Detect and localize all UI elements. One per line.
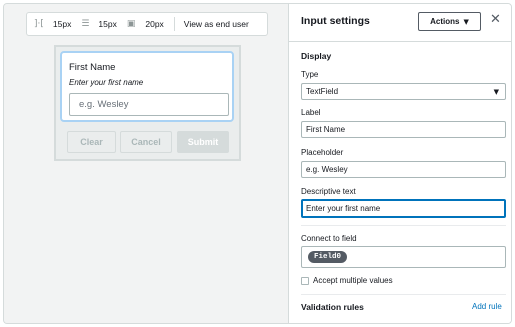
type-label: Type	[301, 70, 319, 79]
placeholder-input[interactable]: e.g. Wesley	[301, 161, 506, 178]
form-preview: First Name Enter your first name e.g. We…	[54, 45, 241, 161]
app-window: ]·[ 15px ☰ 15px ▣ 20px View as end user …	[3, 3, 512, 324]
caret-down-icon: ▼	[463, 17, 469, 26]
horizontal-spacing-control[interactable]: ]·[ 15px	[27, 13, 71, 35]
selected-input-card[interactable]: First Name Enter your first name e.g. We…	[60, 51, 234, 122]
view-as-end-user-label: View as end user	[183, 19, 249, 29]
panel-header: Input settings Actions ▼ ✕	[289, 4, 511, 42]
vertical-spacing-icon: ☰	[81, 19, 90, 29]
close-icon[interactable]: ✕	[490, 13, 501, 27]
outer-padding-control[interactable]: ▣ 20px	[127, 13, 164, 35]
field-token[interactable]: Field0	[308, 251, 348, 263]
label-input-value: First Name	[306, 125, 346, 134]
submit-button[interactable]: Submit	[177, 131, 229, 153]
vertical-spacing-control[interactable]: ☰ 15px	[81, 13, 117, 35]
panel-title: Input settings	[301, 15, 370, 27]
preview-field-description: Enter your first name	[69, 78, 144, 87]
section-divider	[301, 225, 506, 226]
caret-down-icon: ▼	[493, 87, 499, 96]
descriptive-text-label: Descriptive text	[301, 187, 356, 196]
outer-padding-icon: ▣	[126, 19, 136, 29]
clear-button[interactable]: Clear	[67, 131, 116, 153]
type-select-value: TextField	[306, 87, 339, 96]
preview-field-label: First Name	[69, 62, 116, 73]
label-input[interactable]: First Name	[301, 121, 506, 138]
placeholder-input-value: e.g. Wesley	[306, 165, 348, 174]
placeholder-field-label: Placeholder	[301, 148, 344, 157]
descriptive-text-value: Enter your first name	[306, 204, 381, 213]
add-rule-link[interactable]: Add rule	[472, 302, 502, 311]
input-settings-panel: Input settings Actions ▼ ✕ Display Type …	[288, 4, 511, 323]
actions-label: Actions	[430, 17, 460, 26]
form-canvas: ]·[ 15px ☰ 15px ▣ 20px View as end user …	[4, 4, 288, 323]
vertical-spacing-value: 15px	[98, 19, 117, 29]
horizontal-spacing-value: 15px	[52, 19, 72, 29]
cancel-button[interactable]: Cancel	[120, 131, 172, 153]
connect-to-field-label: Connect to field	[301, 234, 357, 243]
label-field-label: Label	[301, 108, 321, 117]
type-select[interactable]: TextField ▼	[301, 83, 506, 100]
spacing-toolbar: ]·[ 15px ☰ 15px ▣ 20px View as end user	[26, 12, 268, 36]
outer-padding-value: 20px	[145, 19, 164, 29]
toolbar-divider	[173, 17, 175, 31]
actions-button[interactable]: Actions ▼	[418, 12, 481, 31]
horizontal-spacing-icon: ]·[	[34, 19, 44, 29]
preview-placeholder: e.g. Wesley	[79, 99, 129, 110]
descriptive-text-input[interactable]: Enter your first name	[301, 199, 506, 218]
accept-multiple-values-checkbox[interactable]	[301, 277, 309, 285]
section-divider	[301, 294, 506, 295]
validation-rules-title: Validation rules	[301, 302, 364, 312]
preview-text-input[interactable]: e.g. Wesley	[69, 93, 229, 116]
view-as-end-user-button[interactable]: View as end user	[184, 13, 249, 35]
connect-to-field-input[interactable]: Field0	[301, 246, 506, 268]
accept-multiple-values-label: Accept multiple values	[313, 276, 393, 285]
display-section-title: Display	[301, 51, 332, 61]
